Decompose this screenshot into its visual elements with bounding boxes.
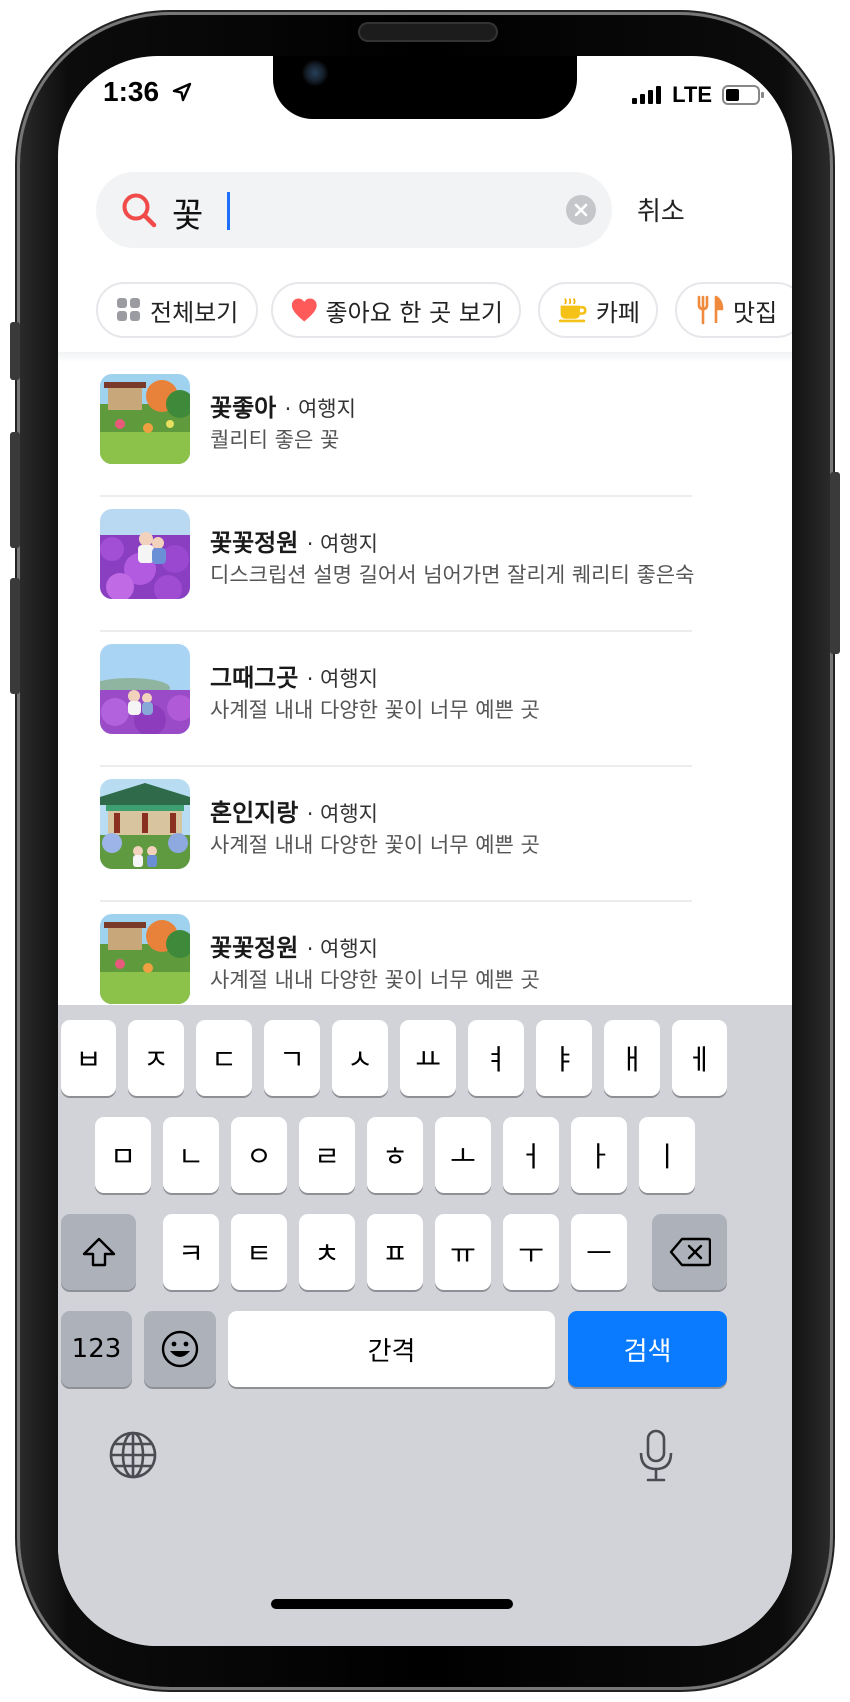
place-description: 디스크립션 설명 길어서 넘어가면 잘리게 퀘리티 좋은숙 xyxy=(210,563,695,587)
clear-search-button[interactable] xyxy=(566,195,596,225)
key[interactable]: ㅎ xyxy=(367,1117,423,1193)
key[interactable]: ㅅ xyxy=(332,1020,388,1096)
silent-switch xyxy=(10,322,20,380)
key[interactable]: ㅣ xyxy=(639,1117,695,1193)
microphone-icon[interactable] xyxy=(638,1429,674,1483)
chip-label: 카페 xyxy=(595,298,640,327)
chip-label: 전체보기 xyxy=(150,298,239,327)
key[interactable]: ㅠ xyxy=(435,1214,491,1290)
result-item[interactable]: 그때그곳 · 여행지 사계절 내내 다양한 꽃이 너무 예쁜 곳 xyxy=(100,632,692,767)
place-description: 퀄리티 좋은 꽃 xyxy=(210,428,340,452)
place-description: 사계절 내내 다양한 꽃이 너무 예쁜 곳 xyxy=(210,833,540,857)
result-item[interactable]: 꽃좋아 · 여행지 퀄리티 좋은 꽃 xyxy=(100,362,692,497)
place-name: 혼인지랑 · 여행지 xyxy=(210,799,378,827)
close-icon xyxy=(574,203,588,217)
key[interactable]: ㅏ xyxy=(571,1117,627,1193)
key[interactable]: ㅓ xyxy=(503,1117,559,1193)
place-name: 그때그곳 · 여행지 xyxy=(210,664,378,692)
key[interactable]: ㅛ xyxy=(400,1020,456,1096)
key[interactable]: ㄷ xyxy=(196,1020,252,1096)
place-description: 사계절 내내 다양한 꽃이 너무 예쁜 곳 xyxy=(210,968,540,992)
place-description: 사계절 내내 다양한 꽃이 너무 예쁜 곳 xyxy=(210,698,540,722)
numbers-key[interactable]: 123 xyxy=(61,1311,132,1387)
shift-arrow-icon xyxy=(82,1237,115,1267)
chip-liked[interactable]: 좋아요 한 곳 보기 xyxy=(271,282,521,338)
place-thumbnail xyxy=(100,914,190,1004)
place-thumbnail xyxy=(100,509,190,599)
key[interactable]: ㅐ xyxy=(604,1020,660,1096)
header-divider xyxy=(58,352,792,362)
category-chips: 전체보기 좋아요 한 곳 보기 카페 맛집 xyxy=(96,282,792,342)
network-type: LTE xyxy=(672,82,712,107)
search-results-list: 꽃좋아 · 여행지 퀄리티 좋은 꽃 꽃꽃정원 · 여행지 디스크립션 설명 길… xyxy=(58,362,792,1005)
coffee-cup-icon xyxy=(558,298,587,323)
power-button xyxy=(830,472,840,654)
key[interactable]: ㅡ xyxy=(571,1214,627,1290)
key[interactable]: ㅑ xyxy=(536,1020,592,1096)
key[interactable]: ㅈ xyxy=(128,1020,184,1096)
backspace-icon xyxy=(669,1237,711,1267)
key[interactable]: ㅌ xyxy=(231,1214,287,1290)
result-item[interactable]: 꽃꽃정원 · 여행지 디스크립션 설명 길어서 넘어가면 잘리게 퀘리티 좋은숙 xyxy=(100,497,695,632)
korean-keyboard: ㅂ ㅈ ㄷ ㄱ ㅅ ㅛ ㅕ ㅑ ㅐ ㅔ ㅁ ㄴ ㅇ ㄹ ㅎ ㅗ ㅓ ㅏ ㅣ ㅋ … xyxy=(58,1005,792,1646)
key[interactable]: ㄹ xyxy=(299,1117,355,1193)
chip-all[interactable]: 전체보기 xyxy=(96,282,258,338)
status-time: 1:36 xyxy=(103,76,160,107)
key[interactable]: ㅁ xyxy=(95,1117,151,1193)
chip-restaurant[interactable]: 맛집 xyxy=(675,282,792,338)
globe-icon[interactable] xyxy=(108,1430,158,1480)
grid-icon xyxy=(117,298,140,321)
key[interactable]: ㅊ xyxy=(299,1214,355,1290)
key[interactable]: ㅋ xyxy=(163,1214,219,1290)
search-icon xyxy=(122,193,157,228)
result-item[interactable]: 혼인지랑 · 여행지 사계절 내내 다양한 꽃이 너무 예쁜 곳 xyxy=(100,767,692,902)
result-item[interactable]: 꽃꽃정원 · 여행지 사계절 내내 다양한 꽃이 너무 예쁜 곳 xyxy=(100,902,692,1005)
key[interactable]: ㄱ xyxy=(264,1020,320,1096)
key[interactable]: ㅕ xyxy=(468,1020,524,1096)
place-thumbnail xyxy=(100,779,190,869)
chip-label: 맛집 xyxy=(733,298,778,327)
location-arrow-icon xyxy=(172,82,192,102)
chip-cafe[interactable]: 카페 xyxy=(538,282,658,338)
key[interactable]: ㅂ xyxy=(61,1020,116,1096)
volume-down-button xyxy=(10,578,20,694)
volume-up-button xyxy=(10,432,20,548)
key[interactable]: ㅜ xyxy=(503,1214,559,1290)
cancel-button[interactable]: 취소 xyxy=(637,191,685,228)
battery-icon xyxy=(722,85,764,105)
chip-label: 좋아요 한 곳 보기 xyxy=(325,298,503,327)
search-key[interactable]: 검색 xyxy=(568,1311,727,1387)
place-thumbnail xyxy=(100,374,190,464)
fork-knife-icon xyxy=(697,295,724,325)
place-thumbnail xyxy=(100,644,190,734)
heart-icon xyxy=(291,298,317,322)
space-key[interactable]: 간격 xyxy=(228,1311,555,1387)
shift-key[interactable] xyxy=(61,1214,136,1290)
earpiece-speaker xyxy=(358,22,498,42)
place-name: 꽃좋아 · 여행지 xyxy=(210,394,356,422)
key[interactable]: ㅍ xyxy=(367,1214,423,1290)
front-camera xyxy=(302,60,328,86)
home-indicator[interactable] xyxy=(271,1599,513,1609)
search-input[interactable]: 꽃 xyxy=(172,188,203,237)
delete-key[interactable] xyxy=(652,1214,727,1290)
signal-bars-icon xyxy=(632,86,662,104)
status-indicators: LTE xyxy=(632,82,764,108)
key[interactable]: ㅔ xyxy=(672,1020,727,1096)
key[interactable]: ㄴ xyxy=(163,1117,219,1193)
search-bar[interactable]: 꽃 xyxy=(96,172,612,248)
emoji-icon xyxy=(161,1330,199,1368)
text-cursor xyxy=(227,192,230,230)
phone-screen: 1:36 LTE 꽃 취소 전체보기 좋아요 한 곳 보기 카페 맛집 꽃좋아 … xyxy=(58,56,792,1646)
emoji-key[interactable] xyxy=(144,1311,216,1387)
place-name: 꽃꽃정원 · 여행지 xyxy=(210,529,378,557)
key[interactable]: ㅗ xyxy=(435,1117,491,1193)
key[interactable]: ㅇ xyxy=(231,1117,287,1193)
place-name: 꽃꽃정원 · 여행지 xyxy=(210,934,378,962)
